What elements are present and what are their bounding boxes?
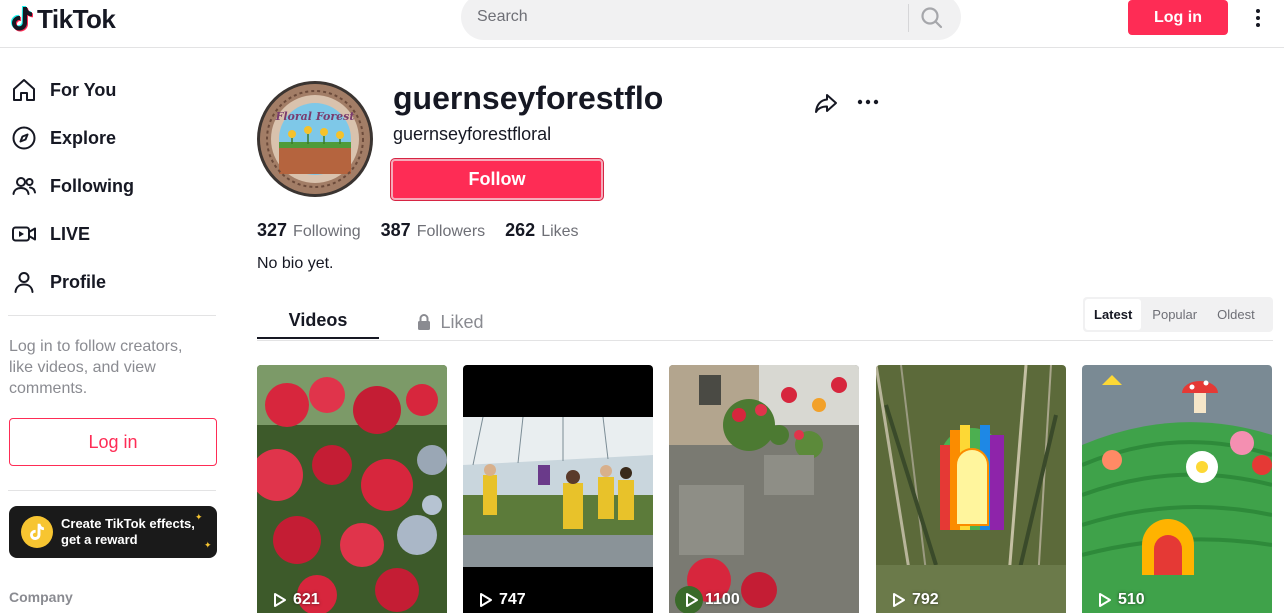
video-thumbnail (1082, 365, 1272, 613)
footer-company-heading[interactable]: Company (9, 589, 73, 605)
view-count: 1100 (685, 591, 740, 609)
avatar-text: Floral Forest (275, 110, 355, 123)
followers-stat[interactable]: 387 Followers (381, 220, 486, 241)
sort-oldest[interactable]: Oldest (1208, 299, 1264, 330)
more-options-icon[interactable] (855, 90, 881, 114)
lock-icon (418, 314, 431, 330)
home-icon (13, 79, 35, 101)
logo-text: TikTok (37, 3, 116, 34)
view-count: 510 (1098, 591, 1145, 609)
sidebar-item-label: LIVE (50, 223, 91, 244)
video-card[interactable]: 747 (463, 365, 653, 613)
search-bar (461, 0, 961, 40)
tiktok-note-icon (11, 6, 33, 32)
search-icon[interactable] (919, 5, 945, 31)
sidebar-item-label: For You (50, 79, 117, 100)
profile-stats: 327 Following 387 Followers 262 Likes (257, 220, 579, 241)
share-icon[interactable] (812, 89, 840, 117)
effects-banner-text: Create TikTok effects, get a reward (61, 516, 195, 547)
sidebar: For You Explore Following LIVE Profile L… (0, 48, 240, 613)
play-icon (1099, 593, 1111, 607)
person-icon (14, 272, 34, 293)
tabs-divider (257, 340, 1273, 341)
followers-count: 387 (380, 220, 411, 240)
video-thumbnail (257, 365, 447, 613)
tab-liked[interactable]: Liked (395, 304, 505, 340)
live-icon (12, 226, 36, 242)
follow-button[interactable]: Follow (391, 159, 603, 200)
sidebar-item-label: Explore (50, 127, 117, 148)
sort-toggle: Latest Popular Oldest (1083, 297, 1273, 332)
video-card[interactable]: 510 (1082, 365, 1272, 613)
following-count: 327 (257, 220, 288, 240)
sidebar-item-label: Following (50, 175, 134, 196)
view-count-value: 621 (293, 591, 320, 608)
view-count-value: 747 (499, 591, 526, 608)
view-count-value: 1100 (705, 591, 740, 608)
view-count-value: 510 (1118, 591, 1145, 608)
top-bar: TikTok Log in (0, 0, 1284, 48)
view-count: 621 (273, 591, 320, 609)
sidebar-item-profile[interactable]: Profile (10, 262, 106, 302)
sort-popular[interactable]: Popular (1143, 299, 1206, 330)
likes-label: Likes (541, 223, 579, 240)
view-count: 792 (892, 591, 939, 609)
play-icon (893, 593, 905, 607)
coin-icon (21, 516, 53, 548)
view-count-value: 792 (912, 591, 939, 608)
sidebar-login-button[interactable]: Log in (9, 418, 217, 466)
video-card[interactable]: 621 (257, 365, 447, 613)
video-card[interactable]: 792 (876, 365, 1066, 613)
sidebar-item-label: Profile (50, 271, 107, 292)
profile-bio: No bio yet. (257, 255, 334, 272)
more-options-icon[interactable] (1248, 6, 1268, 30)
users-icon (12, 177, 36, 195)
view-count: 747 (479, 591, 526, 609)
compass-icon (12, 126, 36, 150)
sparkle-icon: ✦ (195, 512, 203, 522)
followers-label: Followers (416, 223, 486, 240)
play-icon (274, 593, 286, 607)
following-label: Following (293, 223, 361, 240)
tab-videos[interactable]: Videos (257, 304, 379, 339)
profile-username: guernseyforestflo (393, 80, 664, 116)
login-prompt-text: Log in to follow creators, like videos, … (9, 338, 183, 397)
search-input[interactable] (477, 8, 897, 26)
sort-latest[interactable]: Latest (1085, 299, 1142, 330)
play-icon (480, 593, 492, 607)
video-thumbnail (669, 365, 859, 613)
video-thumbnail (876, 365, 1066, 613)
sparkle-icon: ✦ (204, 540, 212, 550)
sidebar-item-following[interactable]: Following (10, 166, 134, 206)
sidebar-divider (8, 490, 216, 491)
sidebar-divider (8, 315, 216, 316)
likes-count: 262 (505, 220, 536, 240)
video-thumbnail (463, 365, 653, 613)
play-icon (686, 593, 698, 607)
sidebar-item-explore[interactable]: Explore (10, 118, 116, 158)
create-effects-banner[interactable]: Create TikTok effects, get a reward ✦ ✦ (9, 506, 217, 558)
header-login-button[interactable]: Log in (1128, 0, 1228, 35)
tab-liked-label: Liked (440, 311, 484, 332)
profile-nickname: guernseyforestfloral (393, 124, 552, 144)
search-divider (908, 4, 909, 32)
sidebar-item-for-you[interactable]: For You (10, 70, 116, 110)
following-stat[interactable]: 327 Following (257, 220, 361, 241)
video-card[interactable]: 1100 (669, 365, 859, 613)
sidebar-item-live[interactable]: LIVE (10, 214, 90, 254)
tiktok-logo[interactable]: TikTok (10, 3, 116, 34)
likes-stat: 262 Likes (505, 220, 578, 241)
profile-avatar: Floral Forest (257, 81, 373, 197)
